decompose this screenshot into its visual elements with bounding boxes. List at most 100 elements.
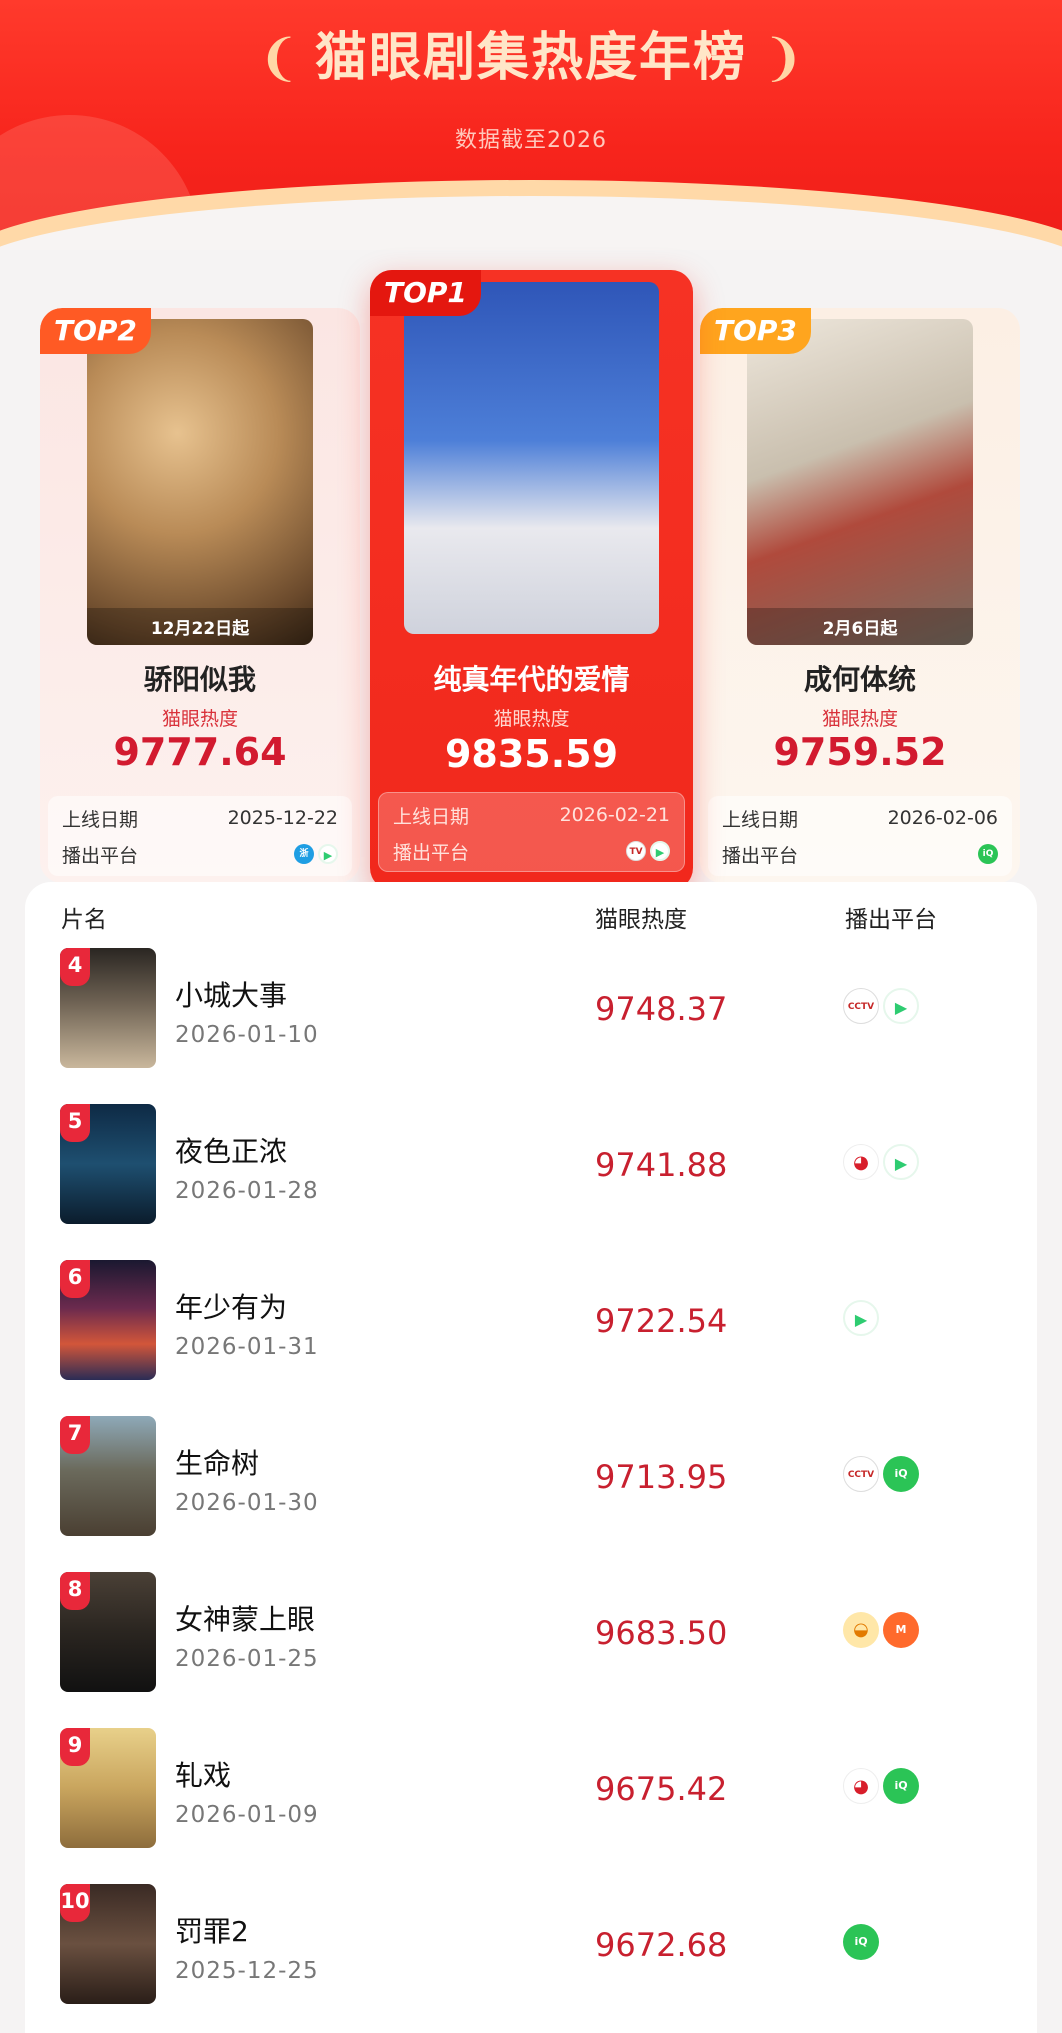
release-date: 2026-02-06 (887, 807, 998, 829)
rank-badge: 7 (60, 1416, 90, 1454)
rank-badge: 8 (60, 1572, 90, 1610)
tencent-video-icon: ▶ (883, 988, 919, 1024)
release-date: 2026-01-28 (175, 1178, 319, 1204)
iqiyi-icon: iQ (883, 1768, 919, 1804)
cctv-icon: CCTV (843, 1456, 879, 1492)
heat-label: 猫眼热度 (493, 708, 570, 730)
heat-value: 9741.88 (595, 1146, 728, 1184)
laurel-right-icon: ❩ (762, 29, 804, 87)
list-item[interactable]: 6 年少有为 2026-01-31 9722.54 ▶ (25, 1260, 1037, 1416)
rank-badge: TOP2 (40, 308, 151, 354)
list-item[interactable]: 10 罚罪2 2025-12-25 9672.68 iQ (25, 1884, 1037, 2033)
platform-row: 播出平台 浙 ▶ (62, 836, 338, 872)
top3-card[interactable]: 2月6日起 TOP3 成何体统 猫眼热度 9759.52 上线日期 2026-0… (700, 308, 1020, 883)
heat-label: 猫眼热度 (161, 708, 238, 730)
iqiyi-icon: iQ (843, 1924, 879, 1960)
list-item[interactable]: 8 女神蒙上眼 2026-01-25 9683.50 ◒ M (25, 1572, 1037, 1728)
rank-badge: 6 (60, 1260, 90, 1298)
heat-value: 9683.50 (595, 1614, 728, 1652)
drama-title: 年少有为 (175, 1291, 288, 1324)
rank-badge: TOP1 (370, 270, 481, 316)
platform-icons: ◕ ▶ (843, 1144, 919, 1180)
platform-label: 播出平台 (393, 841, 470, 864)
release-date: 2026-01-10 (175, 1022, 319, 1048)
drama-title: 生命树 (175, 1447, 260, 1480)
list-header: 片名 猫眼热度 播出平台 (25, 882, 1037, 942)
platform-icons: ▶ (843, 1300, 879, 1336)
poster-image: 2月6日起 (747, 319, 973, 645)
cctv-icon: TV (626, 841, 646, 861)
poster-thumbnail: 5 (60, 1104, 156, 1224)
release-date-row: 上线日期 2026-02-21 (393, 797, 670, 833)
rank-badge: 5 (60, 1104, 90, 1142)
release-date: 2025-12-25 (175, 1958, 319, 1984)
drama-title: 成何体统 (803, 663, 916, 696)
heat-value: 9777.64 (113, 730, 287, 774)
column-header-name: 片名 (61, 907, 107, 933)
poster-image: 12月22日起 (87, 319, 313, 645)
poster-thumbnail: 9 (60, 1728, 156, 1848)
drama-title: 罚罪2 (175, 1915, 249, 1948)
platform-label: 播出平台 (62, 844, 139, 867)
release-date-label: 上线日期 (722, 808, 799, 831)
page-subtitle: 数据截至2026 (455, 128, 607, 153)
rank-badge: 4 (60, 948, 90, 986)
page-title: 猫眼剧集热度年榜 (314, 28, 747, 88)
poster-caption: 12月22日起 (87, 608, 313, 645)
release-date: 2026-01-31 (175, 1334, 319, 1360)
release-date-label: 上线日期 (62, 808, 139, 831)
rank-badge: 10 (60, 1884, 90, 1922)
youku-icon: ◕ (843, 1768, 879, 1804)
ranking-list: 片名 猫眼热度 播出平台 4 小城大事 2026-01-10 9748.37 C… (25, 882, 1037, 2033)
platform-icons: CCTV iQ (843, 1456, 919, 1492)
tencent-video-icon: ▶ (883, 1144, 919, 1180)
release-date-label: 上线日期 (393, 805, 470, 828)
poster-caption: 2月6日起 (747, 608, 973, 645)
top2-card[interactable]: 12月22日起 TOP2 骄阳似我 猫眼热度 9777.64 上线日期 2025… (40, 308, 360, 883)
rank-badge: 9 (60, 1728, 90, 1766)
page-header: ❨ 猫眼剧集热度年榜 ❩ 数据截至2026 (0, 0, 1062, 250)
zhejiang-tv-icon: 浙 (294, 844, 314, 864)
release-date-row: 上线日期 2025-12-22 (62, 800, 338, 836)
platform-icons: CCTV ▶ (843, 988, 919, 1024)
drama-title: 轧戏 (175, 1759, 232, 1792)
youku-icon: ◕ (843, 1144, 879, 1180)
heat-value: 9748.37 (595, 990, 728, 1028)
title-area: ❨ 猫眼剧集热度年榜 ❩ (0, 18, 1062, 98)
platform-label: 播出平台 (722, 844, 799, 867)
tencent-video-icon: ▶ (318, 844, 338, 864)
heat-value: 9722.54 (595, 1302, 728, 1340)
heat-value: 9675.42 (595, 1770, 728, 1808)
poster-thumbnail: 6 (60, 1260, 156, 1380)
list-item[interactable]: 5 夜色正浓 2026-01-28 9741.88 ◕ ▶ (25, 1104, 1037, 1260)
drama-title: 夜色正浓 (175, 1135, 288, 1168)
release-date: 2026-02-21 (559, 804, 670, 826)
iqiyi-icon: iQ (883, 1456, 919, 1492)
list-item[interactable]: 4 小城大事 2026-01-10 9748.37 CCTV ▶ (25, 948, 1037, 1104)
platform-row: 播出平台 TV ▶ (393, 833, 670, 869)
release-date: 2025-12-22 (227, 807, 338, 829)
list-item[interactable]: 9 轧戏 2026-01-09 9675.42 ◕ iQ (25, 1728, 1037, 1884)
drama-title: 女神蒙上眼 (175, 1603, 316, 1636)
release-date-row: 上线日期 2026-02-06 (722, 800, 998, 836)
rank-badge: TOP3 (700, 308, 811, 354)
poster-thumbnail: 7 (60, 1416, 156, 1536)
platform-icons: ◕ iQ (843, 1768, 919, 1804)
poster-thumbnail: 10 (60, 1884, 156, 2004)
list-item[interactable]: 7 生命树 2026-01-30 9713.95 CCTV iQ (25, 1416, 1037, 1572)
platform-icons: ◒ M (843, 1612, 919, 1648)
info-box: 上线日期 2026-02-06 播出平台 iQ (708, 796, 1012, 876)
cctv-icon: CCTV (843, 988, 879, 1024)
platform-row: 播出平台 iQ (722, 836, 998, 872)
drama-title: 骄阳似我 (143, 663, 256, 696)
poster-image (404, 282, 659, 634)
info-box: 上线日期 2026-02-21 播出平台 TV ▶ (378, 792, 685, 872)
heat-label: 猫眼热度 (821, 708, 898, 730)
release-date: 2026-01-09 (175, 1802, 319, 1828)
heat-value: 9759.52 (773, 730, 947, 774)
column-header-heat: 猫眼热度 (595, 907, 687, 933)
platform-icons: iQ (843, 1924, 879, 1960)
poster-thumbnail: 4 (60, 948, 156, 1068)
top1-card[interactable]: TOP1 纯真年代的爱情 猫眼热度 9835.59 上线日期 2026-02-2… (370, 270, 693, 890)
iqiyi-icon: iQ (978, 844, 998, 864)
